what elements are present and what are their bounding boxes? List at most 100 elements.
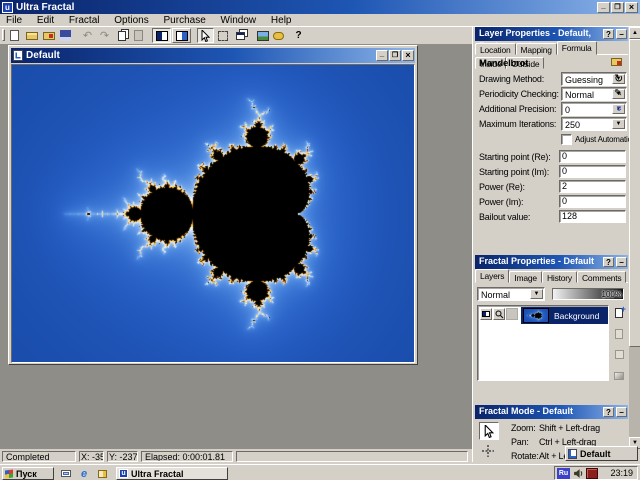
fractal-windows-icon: [176, 31, 188, 41]
menu-purchase[interactable]: Purchase: [158, 14, 212, 27]
help-button[interactable]: ?: [290, 28, 307, 43]
fractal-mode-titlebar[interactable]: Fractal Mode - Default ? −: [475, 405, 628, 419]
toggle-tool-windows-button[interactable]: [152, 28, 171, 43]
image-button[interactable]: [254, 28, 271, 43]
start-button[interactable]: Пуск: [2, 467, 54, 480]
menu-fractal[interactable]: Fractal: [63, 14, 106, 27]
quicklaunch-ie-button[interactable]: e: [76, 467, 92, 480]
minimized-window-default[interactable]: Default: [565, 446, 638, 461]
tab-comments[interactable]: Comments: [577, 271, 627, 283]
menu-help[interactable]: Help: [265, 14, 298, 27]
app-titlebar[interactable]: u Ultra Fractal _ ❐ ×: [0, 0, 640, 14]
fractal-properties-tabs: LayersImageHistoryComments: [475, 269, 628, 283]
delete-layer-button[interactable]: [611, 347, 627, 362]
scroll-up-button[interactable]: ▲: [629, 27, 640, 39]
starting-re-label: Starting point (Re):: [479, 152, 551, 162]
starting-re-input[interactable]: 0: [559, 150, 626, 163]
browse-icon: [43, 32, 55, 40]
browse-formula-button[interactable]: [608, 55, 625, 69]
opacity-slider[interactable]: 100%: [552, 288, 624, 300]
add-layer-button[interactable]: +: [611, 305, 627, 320]
layer-properties-titlebar[interactable]: Layer Properties - Default, Background ?…: [475, 27, 628, 41]
doc-close-button[interactable]: ×: [402, 50, 414, 61]
cascade-icon: [236, 32, 245, 40]
power-im-input[interactable]: 0: [559, 195, 626, 208]
volume-icon[interactable]: [573, 468, 584, 479]
tab-image[interactable]: Image: [509, 271, 542, 283]
blend-mode-dropdown-arrow[interactable]: ▼: [530, 289, 543, 299]
language-indicator[interactable]: Ru: [557, 468, 570, 479]
max-iterations-dropdown-arrow[interactable]: ▼: [612, 119, 625, 129]
open-button[interactable]: [23, 28, 40, 43]
max-iterations-select[interactable]: 250▼: [561, 117, 627, 131]
copy-button[interactable]: [113, 28, 130, 43]
comment-icon: [273, 32, 284, 40]
fractal-canvas[interactable]: [12, 65, 414, 362]
merge-layer-button[interactable]: [611, 368, 627, 383]
tab-history[interactable]: History: [542, 271, 577, 283]
layer-transparency-toggle[interactable]: [506, 308, 518, 320]
browse-button[interactable]: [40, 28, 57, 43]
recalculate-icon[interactable]: ↻: [614, 72, 623, 85]
fractal-properties-collapse-button[interactable]: −: [616, 257, 627, 267]
pan-mode-button[interactable]: [481, 444, 497, 460]
select-mode-button[interactable]: [197, 28, 214, 43]
tab-location[interactable]: Location: [475, 43, 516, 55]
fractal-properties-help-button[interactable]: ?: [603, 257, 614, 267]
fractal-properties-titlebar[interactable]: Fractal Properties - Default ? −: [475, 255, 628, 269]
switch-window-button[interactable]: [232, 28, 249, 43]
tab-mapping[interactable]: Mapping: [516, 43, 557, 55]
adjust-automatically-checkbox[interactable]: [561, 134, 572, 145]
merge-layer-icon: [614, 372, 624, 380]
starting-im-value: 0: [560, 165, 569, 177]
comment-button[interactable]: [270, 28, 287, 43]
menu-file[interactable]: File: [0, 14, 28, 27]
tab-layers[interactable]: Layers: [475, 269, 509, 283]
app-close-button[interactable]: ×: [625, 2, 638, 13]
undo-button[interactable]: ↶: [79, 28, 96, 43]
normal-mode-button[interactable]: [479, 422, 499, 440]
save-icon: [60, 30, 71, 41]
app-restore-button[interactable]: ❐: [611, 2, 624, 13]
blend-mode-value: Normal: [479, 289, 512, 301]
save-button[interactable]: [57, 28, 74, 43]
menu-window[interactable]: Window: [215, 14, 263, 27]
layer-properties-collapse-button[interactable]: −: [616, 29, 627, 39]
drawing-method-label: Drawing Method:: [479, 74, 544, 84]
blend-mode-select[interactable]: Normal ▼: [477, 287, 545, 301]
doc-restore-button[interactable]: ❐: [389, 50, 401, 61]
scrollbar-thumb[interactable]: [629, 39, 640, 347]
power-re-input[interactable]: 2: [559, 180, 626, 193]
duplicate-layer-button[interactable]: [611, 326, 627, 341]
quicklaunch-desktop-button[interactable]: [58, 467, 74, 480]
edit-formula-icon[interactable]: ✎: [614, 88, 622, 99]
layer-visibility-toggle[interactable]: [480, 308, 492, 320]
app-minimize-button[interactable]: _: [597, 2, 610, 13]
new-button[interactable]: [6, 28, 23, 43]
more-options-icon[interactable]: »: [613, 106, 624, 112]
rotate-shortcut-label: Rotate:: [511, 451, 539, 461]
toolbar-gripper[interactable]: [2, 29, 5, 41]
layer-properties-help-button[interactable]: ?: [603, 29, 614, 39]
dock-scrollbar[interactable]: ▲ ▼: [629, 27, 640, 449]
quicklaunch-outlook-button[interactable]: [94, 467, 110, 480]
fractal-mode-collapse-button[interactable]: −: [616, 407, 627, 417]
bailout-input[interactable]: 128: [559, 210, 626, 223]
doc-minimize-button[interactable]: _: [376, 50, 388, 61]
app-title: Ultra Fractal: [16, 2, 74, 13]
layer-row-background[interactable]: Background: [521, 307, 608, 324]
layer-preview-toggle[interactable]: [493, 308, 505, 320]
menu-edit[interactable]: Edit: [31, 14, 60, 27]
starting-im-input[interactable]: 0: [559, 165, 626, 178]
selection-mode-button[interactable]: [214, 28, 231, 43]
task-ultra-fractal[interactable]: u Ultra Fractal: [116, 467, 228, 480]
menu-options[interactable]: Options: [108, 14, 154, 27]
toggle-fractal-windows-button[interactable]: [172, 28, 191, 43]
redo-button[interactable]: ↷: [96, 28, 113, 43]
paste-button[interactable]: [130, 28, 147, 43]
tab-formula[interactable]: Formula: [557, 41, 597, 55]
power-re-value: 2: [560, 180, 569, 192]
fractal-window-titlebar[interactable]: Default _ ❐ ×: [11, 48, 415, 63]
display-settings-icon[interactable]: [586, 468, 598, 479]
fractal-mode-help-button[interactable]: ?: [603, 407, 614, 417]
